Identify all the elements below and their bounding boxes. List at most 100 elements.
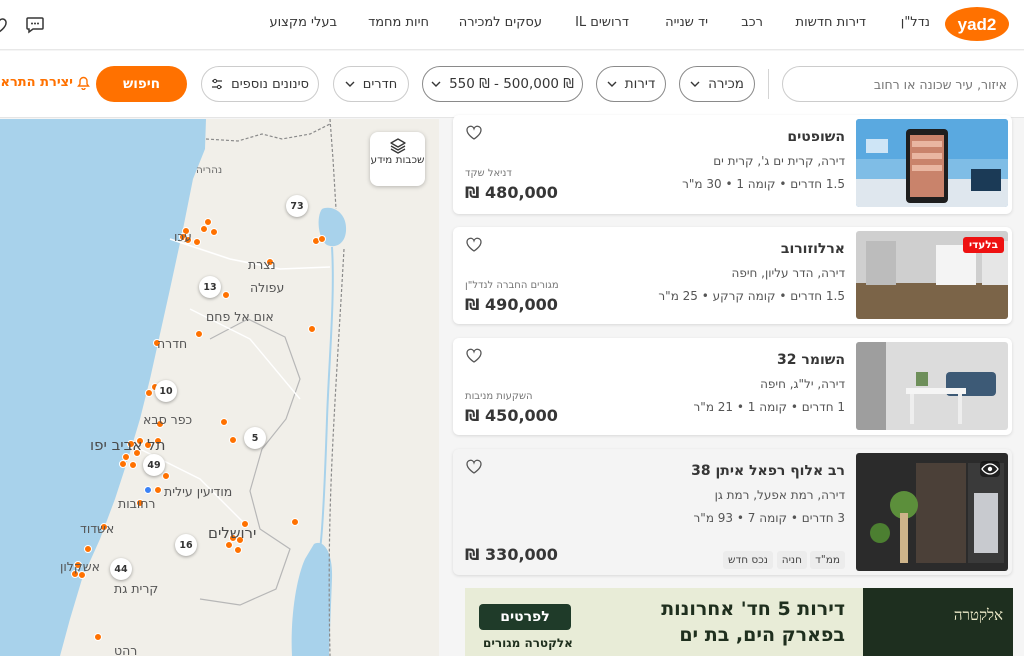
listing-card[interactable]: רב אלוף רפאל איתן 38 דירה, רמת אפעל, רמת…	[453, 449, 1012, 575]
map-label-kfar-saba: כפר סבא	[143, 412, 193, 427]
price-range-label: 550 ₪ - 500,000 ₪	[449, 76, 574, 92]
favorite-heart-icon[interactable]	[465, 124, 483, 140]
map-cluster[interactable]: 16	[175, 534, 197, 556]
listing-details: 1.5 חדרים • קומה קרקע • 25 מ"ר	[658, 289, 845, 303]
map-cluster[interactable]: 10	[155, 380, 177, 402]
feature-tag: ממ"ד	[810, 551, 845, 569]
ad-brand: אלקטרה מגורים	[483, 636, 573, 650]
map-label-ashdod: אשדוד	[80, 521, 115, 536]
map-label-jerusalem: ירושלים	[208, 524, 257, 542]
heart-icon[interactable]	[0, 14, 10, 36]
map[interactable]: נהריה עכו נצרת עפולה אום אל פחם חדרה כפר…	[0, 119, 439, 656]
nav-real-estate[interactable]: נדל"ן	[901, 15, 930, 30]
viewed-eye-icon	[980, 461, 1000, 477]
layers-icon	[389, 138, 406, 154]
map-label-nazareth: נצרת	[248, 257, 276, 272]
yad2-logo[interactable]: yad2	[944, 6, 1010, 42]
map-label-tel-aviv: תל אביב יפו	[90, 436, 166, 454]
nav-professionals[interactable]: בעלי מקצוע	[269, 15, 337, 30]
ad-headline: דירות 5 חד' אחרונות בפארק הים, בת ים	[661, 596, 845, 648]
listing-subtitle: דירה, רמת אפעל, רמת גן	[714, 488, 845, 502]
more-filters-label: סינונים נוספים	[231, 76, 309, 92]
favorite-heart-icon[interactable]	[465, 347, 483, 363]
listing-subtitle: דירה, הדר עליון, חיפה	[731, 266, 846, 280]
listing-subtitle: דירה, יל"ג, חיפה	[760, 377, 845, 391]
top-navigation: yad2 נדל"ן דירות חדשות רכב יד שנייה דרוש…	[0, 0, 1024, 50]
listing-subtitle: דירה, קרית ים ג', קרית ים	[713, 154, 845, 168]
listing-image[interactable]: בלעדי	[856, 231, 1008, 319]
listing-price: 330,000 ₪	[465, 545, 558, 564]
location-search[interactable]	[782, 66, 1018, 102]
listing-card[interactable]: בלעדי ארלוזורוב דירה, הדר עליון, חיפה 1.…	[453, 227, 1012, 324]
dead-sea	[291, 542, 333, 656]
deal-type-dropdown[interactable]: מכירה	[679, 66, 755, 102]
listing-title[interactable]: ארלוזורוב	[781, 241, 845, 257]
listing-image[interactable]	[856, 342, 1008, 430]
listing-agency: מגורים החברה לנדל"ן	[465, 280, 559, 291]
listing-details: 1 חדרים • קומה 1 • 21 מ"ר	[693, 400, 845, 414]
listing-agency: השקעות מניבות	[465, 391, 533, 402]
feature-tag: נכס חדש	[723, 551, 773, 569]
listing-card[interactable]: השופטים דירה, קרית ים ג', קרית ים 1.5 חד…	[453, 115, 1012, 214]
nav-second-hand[interactable]: יד שנייה	[665, 15, 708, 30]
deal-type-label: מכירה	[708, 76, 744, 92]
sliders-icon	[212, 78, 223, 90]
chevron-down-icon	[345, 81, 355, 87]
listing-photo	[856, 342, 1008, 430]
location-search-input[interactable]	[783, 67, 1017, 101]
ad-details-button[interactable]: לפרטים	[479, 604, 571, 630]
map-label-rehovot: רחובות	[118, 496, 156, 511]
listing-price: 480,000 ₪	[465, 183, 558, 202]
search-button[interactable]: חיפוש	[96, 66, 187, 102]
map-cluster[interactable]: 5	[244, 427, 266, 449]
property-type-label: דירות	[624, 76, 656, 92]
property-type-dropdown[interactable]: דירות	[596, 66, 666, 102]
map-layers-button[interactable]: שכבות מידע	[370, 132, 425, 186]
listing-photo	[856, 119, 1008, 207]
favorite-heart-icon[interactable]	[465, 458, 483, 474]
map-label-afula: עפולה	[250, 280, 285, 295]
listing-agency: דניאל שקד	[465, 168, 512, 179]
nav-vehicles[interactable]: רכב	[741, 15, 763, 30]
map-label-modiin: מודיעין עילית	[164, 484, 233, 499]
rooms-label: חדרים	[362, 76, 398, 92]
listing-price: 490,000 ₪	[465, 295, 558, 314]
create-alert-button[interactable]: יצירת התראה	[0, 75, 90, 90]
bell-icon	[77, 76, 90, 90]
map-cluster[interactable]: 13	[199, 276, 221, 298]
listing-image[interactable]	[856, 453, 1008, 571]
more-filters-button[interactable]: סינונים נוספים	[201, 66, 319, 102]
svg-text:yad2: yad2	[958, 15, 997, 34]
nav-businesses-for-sale[interactable]: עסקים למכירה	[459, 15, 542, 30]
exclusive-badge: בלעדי	[962, 237, 1004, 253]
map-layers-label: שכבות מידע	[370, 154, 425, 166]
map-label-kiryat-gat: קרית גת	[114, 581, 159, 596]
ad-headline-line-2: בפארק הים, בת ים	[679, 624, 845, 646]
listing-title[interactable]: השומר 32	[777, 352, 845, 368]
chat-icon[interactable]	[24, 14, 46, 36]
chevron-down-icon	[690, 81, 700, 87]
map-cluster[interactable]: 73	[286, 195, 308, 217]
listing-title[interactable]: השופטים	[787, 129, 845, 145]
favorite-heart-icon[interactable]	[465, 236, 483, 252]
border-north	[205, 123, 331, 142]
map-label-hadera: חדרה	[157, 336, 188, 351]
feature-tag: חניה	[776, 551, 807, 569]
rooms-dropdown[interactable]: חדרים	[333, 66, 409, 102]
price-range-dropdown[interactable]: 550 ₪ - 500,000 ₪	[422, 66, 583, 102]
listing-card[interactable]: השומר 32 דירה, יל"ג, חיפה 1 חדרים • קומה…	[453, 338, 1012, 435]
nav-new-apartments[interactable]: דירות חדשות	[796, 15, 866, 30]
listing-title[interactable]: רב אלוף רפאל איתן 38	[691, 463, 845, 479]
green-line	[199, 318, 301, 606]
nav-pets[interactable]: חיות מחמד	[368, 15, 429, 30]
map-cluster[interactable]: 44	[110, 558, 132, 580]
ad-banner[interactable]: אלקטרה דירות 5 חד' אחרונות בפארק הים, בת…	[465, 588, 1013, 656]
chevron-down-icon	[607, 81, 617, 87]
listing-details: 1.5 חדרים • קומה 1 • 30 מ"ר	[682, 177, 845, 191]
map-label-nahariya: נהריה	[196, 164, 223, 176]
nav-jobs[interactable]: דרושים IL	[575, 15, 629, 30]
filter-bar: מכירה דירות 550 ₪ - 500,000 ₪ חדרים סינו…	[0, 51, 1024, 118]
map-cluster[interactable]: 49	[143, 454, 165, 476]
listing-image[interactable]	[856, 119, 1008, 207]
map-canvas[interactable]	[0, 119, 439, 656]
